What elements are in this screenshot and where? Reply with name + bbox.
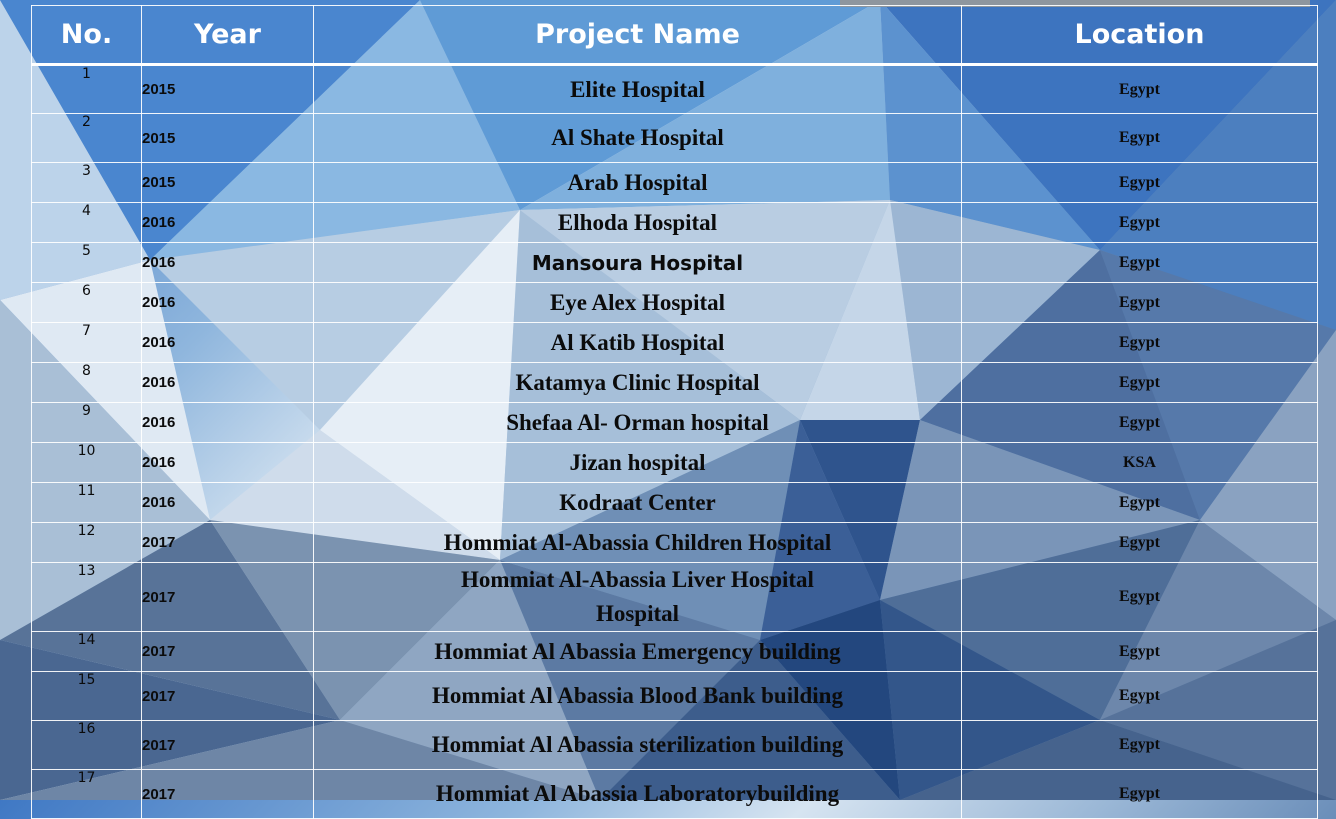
table-row: 6 2016 Eye Alex Hospital Egypt — [31, 282, 1318, 323]
table-row: 1 2015 Elite Hospital Egypt — [31, 64, 1318, 114]
row-year: 2017 — [141, 562, 314, 632]
header-no: No. — [31, 5, 142, 66]
row-project-name: Al Katib Hospital — [313, 322, 962, 363]
row-year: 2016 — [141, 202, 314, 243]
table-row: 5 2016 Mansoura Hospital Egypt — [31, 242, 1318, 283]
row-number: 14 — [31, 631, 142, 672]
row-year: 2016 — [141, 442, 314, 483]
row-number: 16 — [31, 720, 142, 770]
row-year: 2016 — [141, 402, 314, 443]
row-location: Egypt — [961, 522, 1318, 563]
header-project-name: Project Name — [313, 5, 962, 66]
row-year: 2015 — [141, 162, 314, 203]
table-row: 15 2017 Hommiat Al Abassia Blood Bank bu… — [31, 671, 1318, 721]
row-project-name: Shefaa Al- Orman hospital — [313, 402, 962, 443]
row-project-name: Katamya Clinic Hospital — [313, 362, 962, 403]
table-row: 16 2017 Hommiat Al Abassia sterilization… — [31, 720, 1318, 770]
row-number: 2 — [31, 113, 142, 163]
row-location: Egypt — [961, 562, 1318, 632]
projects-table: No. Year Project Name Location 1 2015 El… — [31, 5, 1318, 819]
row-location: Egypt — [961, 242, 1318, 283]
table-row: 17 2017 Hommiat Al Abassia Laboratorybui… — [31, 769, 1318, 819]
row-number: 3 — [31, 162, 142, 203]
row-location: KSA — [961, 442, 1318, 483]
row-location: Egypt — [961, 720, 1318, 770]
row-number: 1 — [31, 64, 142, 114]
row-location: Egypt — [961, 202, 1318, 243]
row-project-name: Elhoda Hospital — [313, 202, 962, 243]
row-year: 2017 — [141, 522, 314, 563]
row-number: 10 — [31, 442, 142, 483]
row-year: 2017 — [141, 720, 314, 770]
header-row: No. Year Project Name Location — [31, 5, 1318, 66]
table-row: 12 2017 Hommiat Al-Abassia Children Hosp… — [31, 522, 1318, 563]
row-location: Egypt — [961, 64, 1318, 114]
table-row: 10 2016 Jizan hospital KSA — [31, 442, 1318, 483]
row-year: 2017 — [141, 671, 314, 721]
row-number: 5 — [31, 242, 142, 283]
row-location: Egypt — [961, 162, 1318, 203]
row-year: 2015 — [141, 113, 314, 163]
row-location: Egypt — [961, 113, 1318, 163]
row-project-name: Mansoura Hospital — [313, 242, 962, 283]
row-project-name: Kodraat Center — [313, 482, 962, 523]
table-row: 2 2015 Al Shate Hospital Egypt — [31, 113, 1318, 163]
table-row: 14 2017 Hommiat Al Abassia Emergency bui… — [31, 631, 1318, 672]
header-location: Location — [961, 5, 1318, 66]
row-location: Egypt — [961, 402, 1318, 443]
row-number: 15 — [31, 671, 142, 721]
table-row: 7 2016 Al Katib Hospital Egypt — [31, 322, 1318, 363]
row-project-name: Arab Hospital — [313, 162, 962, 203]
row-location: Egypt — [961, 769, 1318, 819]
row-number: 7 — [31, 322, 142, 363]
row-location: Egypt — [961, 362, 1318, 403]
row-number: 6 — [31, 282, 142, 323]
row-year: 2016 — [141, 322, 314, 363]
row-year: 2016 — [141, 282, 314, 323]
row-number: 8 — [31, 362, 142, 403]
row-project-name: Hommiat Al Abassia sterilization buildin… — [313, 720, 962, 770]
table-row: 9 2016 Shefaa Al- Orman hospital Egypt — [31, 402, 1318, 443]
row-year: 2015 — [141, 64, 314, 114]
row-project-name: Al Shate Hospital — [313, 113, 962, 163]
table-row: 11 2016 Kodraat Center Egypt — [31, 482, 1318, 523]
row-year: 2016 — [141, 242, 314, 283]
row-number: 17 — [31, 769, 142, 819]
row-project-name: Hommiat Al Abassia Laboratorybuilding — [313, 769, 962, 819]
table-row: 13 2017 Hommiat Al-Abassia Liver Hospita… — [31, 562, 1318, 632]
header-year: Year — [141, 5, 314, 66]
row-location: Egypt — [961, 671, 1318, 721]
row-project-name: Hommiat Al-Abassia Liver Hospital Hospit… — [313, 562, 962, 632]
row-project-name-line2: Hospital — [595, 601, 680, 626]
row-location: Egypt — [961, 482, 1318, 523]
row-project-name: Hommiat Al-Abassia Children Hospital — [313, 522, 962, 563]
row-number: 11 — [31, 482, 142, 523]
table-row: 8 2016 Katamya Clinic Hospital Egypt — [31, 362, 1318, 403]
row-project-name: Hommiat Al Abassia Emergency building — [313, 631, 962, 672]
table-row: 4 2016 Elhoda Hospital Egypt — [31, 202, 1318, 243]
row-project-name-line1: Hommiat Al-Abassia Liver Hospital — [461, 567, 814, 592]
row-year: 2017 — [141, 769, 314, 819]
row-number: 12 — [31, 522, 142, 563]
row-location: Egypt — [961, 282, 1318, 323]
row-year: 2016 — [141, 362, 314, 403]
row-number: 9 — [31, 402, 142, 443]
row-project-name: Hommiat Al Abassia Blood Bank building — [313, 671, 962, 721]
row-project-name: Elite Hospital — [313, 64, 962, 114]
row-project-name: Jizan hospital — [313, 442, 962, 483]
row-project-name: Eye Alex Hospital — [313, 282, 962, 323]
table-row: 3 2015 Arab Hospital Egypt — [31, 162, 1318, 203]
row-number: 13 — [31, 562, 142, 632]
row-number: 4 — [31, 202, 142, 243]
row-location: Egypt — [961, 322, 1318, 363]
row-year: 2017 — [141, 631, 314, 672]
row-year: 2016 — [141, 482, 314, 523]
row-location: Egypt — [961, 631, 1318, 672]
